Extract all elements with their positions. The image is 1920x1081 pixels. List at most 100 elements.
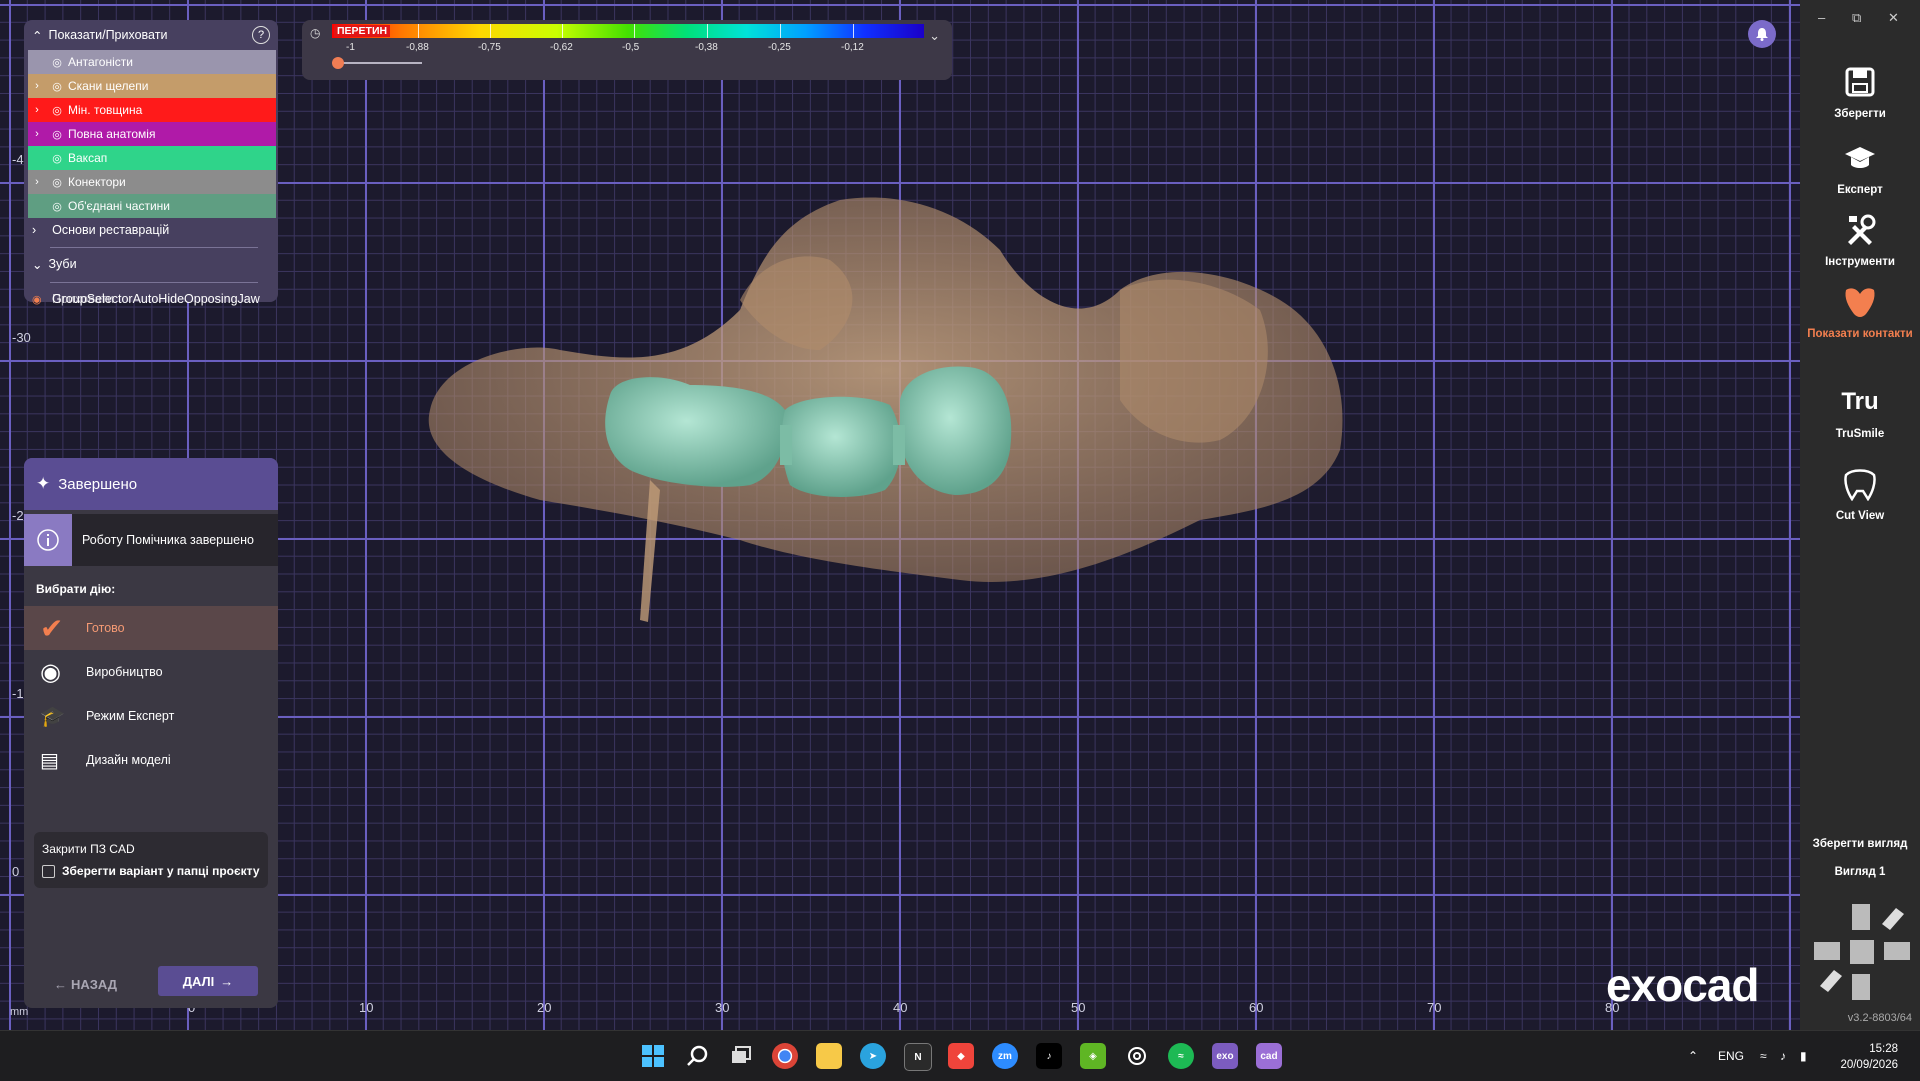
clock[interactable]: 15:28 20/09/2026	[1840, 1041, 1898, 1073]
version-label: v3.2-8803/64	[1847, 1012, 1912, 1024]
wifi-icon[interactable]: ≈	[1760, 1049, 1767, 1063]
expert-label: Експерт	[1837, 184, 1883, 196]
view-1-button[interactable]: Вигляд 1	[1800, 866, 1920, 878]
color-gradient	[332, 24, 924, 38]
cad-app-icon[interactable]: cad	[1256, 1043, 1282, 1069]
expert-button[interactable]: Експерт	[1800, 138, 1920, 196]
trusmile-icon: Tru	[1841, 388, 1879, 415]
visibility-row[interactable]: ◎ Ваксап	[28, 146, 276, 170]
exo-app-icon[interactable]: exo	[1212, 1043, 1238, 1069]
save-view-button[interactable]: Зберегти вигляд	[1800, 838, 1920, 850]
scale-title: ПЕРЕТИН	[334, 25, 391, 37]
battery-icon[interactable]: ▮	[1800, 1049, 1807, 1063]
spotify-icon[interactable]: ≈	[1168, 1043, 1194, 1069]
wizard-title: Завершено	[58, 475, 138, 493]
view-orientation-cube[interactable]	[1812, 902, 1912, 1002]
option-production[interactable]: ◉ Виробництво	[24, 650, 278, 694]
show-contacts-button[interactable]: Показати контакти	[1800, 282, 1920, 340]
model-icon: ▤	[40, 749, 59, 772]
chatgpt-icon[interactable]	[1124, 1043, 1150, 1069]
slider-track[interactable]	[338, 62, 422, 64]
restoration-bases-label: Основи реставрацій	[52, 223, 170, 237]
option-expert-mode[interactable]: 🎓 Режим Експерт	[24, 694, 278, 738]
cut-view-label: Cut View	[1835, 510, 1885, 522]
chevron-up-icon[interactable]: ⌃	[1688, 1049, 1698, 1063]
eye-icon[interactable]: ◎	[46, 80, 68, 93]
chevron-down-icon[interactable]: ⌄	[929, 28, 940, 44]
windows-start-icon[interactable]	[640, 1043, 666, 1069]
save-button[interactable]: Зберегти	[1800, 62, 1920, 120]
notification-icon[interactable]	[1748, 20, 1776, 48]
option-model-design[interactable]: ▤ Дизайн моделі	[24, 738, 278, 782]
checkbox[interactable]	[42, 864, 55, 878]
restore-icon[interactable]: ⧉	[1852, 10, 1861, 26]
time: 15:28	[1869, 1043, 1898, 1055]
chevron-right-icon[interactable]: ›	[28, 128, 46, 140]
eye-icon[interactable]: ◎	[46, 200, 68, 213]
visibility-row[interactable]: ◎ Об'єднані частини	[28, 194, 276, 218]
auto-hide-label: GroupSelectorAutoHideOpposingJaw	[52, 292, 260, 306]
chevron-right-icon[interactable]: ›	[28, 80, 46, 92]
arrow-right-icon: →	[220, 973, 234, 989]
visibility-row[interactable]: › ◎ Повна анатомія	[28, 122, 276, 146]
telegram-icon[interactable]: ➤	[860, 1043, 886, 1069]
help-icon[interactable]: ?	[252, 26, 270, 44]
trusmile-label: TruSmile	[1835, 428, 1885, 440]
y-tick-4: -1	[12, 686, 24, 701]
back-button[interactable]: ← НАЗАД	[54, 977, 117, 992]
scale-label: -0,12	[841, 42, 864, 53]
restoration-bases-item[interactable]: › Основи реставрацій	[24, 218, 278, 242]
visibility-row[interactable]: › ◎ Скани щелепи	[28, 74, 276, 98]
file-explorer-icon[interactable]	[816, 1043, 842, 1069]
eye-icon[interactable]: ◎	[46, 152, 68, 165]
eye-icon[interactable]: ◎	[46, 104, 68, 117]
back-label: НАЗАД	[71, 977, 118, 992]
unit-label: mm	[10, 1006, 29, 1018]
search-icon[interactable]	[684, 1043, 710, 1069]
x-tick-70: 70	[1427, 1000, 1442, 1015]
visibility-row[interactable]: ◎ Антагоністи	[28, 50, 276, 74]
show-hide-panel: ⌃ Показати/Приховати ? ◎ Антагоністи › ◎ Ска…	[24, 20, 278, 306]
info-banner: Роботу Помічника завершено	[24, 514, 278, 566]
zoom-icon[interactable]: zm	[992, 1043, 1018, 1069]
next-button[interactable]: ДАЛІ →	[158, 966, 258, 996]
auto-hide-opposing-jaw-item[interactable]: ◉ Приховати GroupSelectorAutoHideOpposin…	[24, 286, 278, 312]
option-label: Дизайн моделі	[86, 753, 171, 767]
scale-tick	[634, 24, 635, 38]
visibility-row[interactable]: › ◎ Мін. товщина	[28, 98, 276, 122]
chrome-icon[interactable]	[772, 1043, 798, 1069]
slider-handle[interactable]	[332, 57, 344, 69]
info-text: Роботу Помічника завершено	[82, 533, 254, 547]
close-icon[interactable]: ✕	[1888, 10, 1899, 26]
gauge-icon[interactable]: ◷	[310, 26, 320, 40]
visibility-label: Об'єднані частини	[68, 199, 171, 213]
eye-icon[interactable]: ◎	[46, 128, 68, 141]
visibility-row[interactable]: › ◎ Конектори	[28, 170, 276, 194]
xbox-icon[interactable]: ◈	[1080, 1043, 1106, 1069]
teeth-item[interactable]: ⌄ Зуби	[24, 251, 278, 277]
scale-label: -0,75	[478, 42, 501, 53]
speaker-icon[interactable]: ♪	[1780, 1049, 1786, 1063]
anydesk-icon[interactable]: ◆	[948, 1043, 974, 1069]
task-view-icon[interactable]	[728, 1043, 754, 1069]
eye-icon[interactable]: ◎	[46, 56, 68, 69]
cut-view-button[interactable]: Cut View	[1800, 464, 1920, 522]
language-indicator[interactable]: ENG	[1718, 1049, 1744, 1063]
option-done[interactable]: ✔ Готово	[24, 606, 278, 650]
floppy-icon	[1840, 62, 1880, 102]
scale-label: -0,62	[550, 42, 573, 53]
minimize-icon[interactable]: –	[1818, 10, 1825, 25]
trusmile-button[interactable]: Tru TruSmile	[1800, 382, 1920, 440]
tiktok-icon[interactable]: ♪	[1036, 1043, 1062, 1069]
eye-icon[interactable]: ◎	[46, 176, 68, 189]
chevron-right-icon[interactable]: ›	[28, 104, 46, 116]
visibility-label: Ваксап	[68, 151, 108, 165]
show-hide-title: Показати/Приховати	[48, 28, 168, 42]
save-variant-checkbox[interactable]: Зберегти варіант у папці проєкту	[42, 864, 260, 878]
chevron-right-icon[interactable]: ›	[28, 176, 46, 188]
show-hide-header[interactable]: ⌃ Показати/Приховати	[24, 20, 278, 50]
notion-icon[interactable]: N	[904, 1043, 932, 1071]
tools-button[interactable]: Інструменти	[1800, 210, 1920, 268]
choose-action-label: Вибрати дію:	[36, 582, 116, 596]
next-label: ДАЛІ	[182, 973, 215, 989]
